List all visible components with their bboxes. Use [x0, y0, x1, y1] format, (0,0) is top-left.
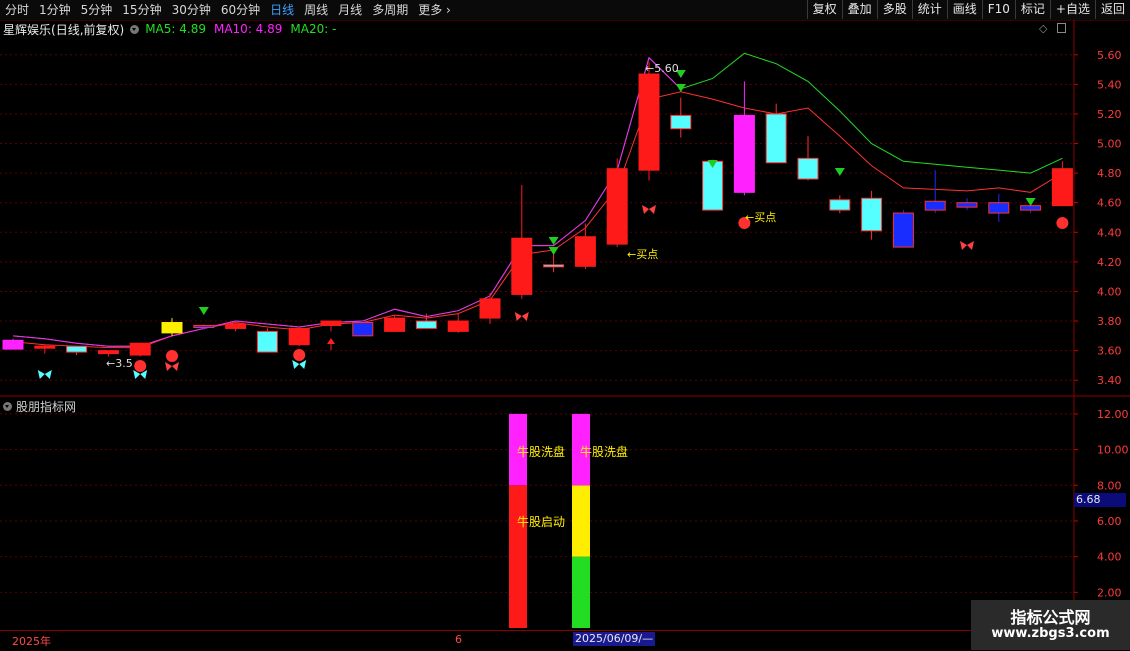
- candle-body: [479, 298, 501, 319]
- date-axis: 2025年 6 2025/06/09/—: [0, 630, 1130, 651]
- candle-body: [1020, 205, 1042, 211]
- price-tick-label: 5.40: [1097, 78, 1122, 91]
- price-tick-label: 5.00: [1097, 138, 1122, 151]
- price-tick-label: 4.20: [1097, 256, 1122, 269]
- candle-body: [34, 345, 56, 349]
- candle-body: [670, 114, 692, 130]
- candle-body: [574, 236, 596, 267]
- price-tick-label: 3.60: [1097, 345, 1122, 358]
- indicator-bar-segment: [509, 485, 527, 628]
- signal-badge-icon: [1056, 217, 1069, 229]
- candle-body: [543, 264, 565, 268]
- candle-body: [66, 345, 88, 353]
- candle-body: [320, 320, 342, 326]
- sub-tick-label: 12.00: [1097, 408, 1129, 421]
- candle-body: [352, 322, 374, 337]
- candle-body: [161, 322, 183, 334]
- kline-chart[interactable]: 5.60 5.40 5.20 5.00 4.80 4.60 4.40 4.20 4.00 3.80…: [0, 0, 1130, 650]
- candle-body: [956, 202, 978, 208]
- price-tick-label: 4.40: [1097, 226, 1122, 239]
- signal-badge-icon: [134, 360, 147, 372]
- watermark-url: www.zbgs3.com: [991, 626, 1110, 641]
- launch-label: 牛股启动: [517, 514, 565, 529]
- price-tick-label: 4.80: [1097, 167, 1122, 180]
- candle-body: [702, 160, 724, 211]
- candle-body: [447, 320, 469, 332]
- candle-body: [415, 320, 437, 329]
- sub-tick-label: 2.00: [1097, 586, 1122, 599]
- butterfly-icon: [960, 241, 974, 250]
- price-tick-label: 5.60: [1097, 49, 1122, 62]
- buy-arrow-icon: [834, 168, 845, 176]
- candle-body: [638, 73, 660, 171]
- butterfly-icon: [514, 312, 529, 321]
- ma-green-line: [12, 52, 1063, 347]
- candle-body: [1051, 168, 1073, 207]
- year-label: 2025年: [12, 635, 51, 648]
- candle-body: [2, 339, 24, 350]
- watermark: 指标公式网 www.zbgs3.com: [971, 600, 1130, 650]
- butterfly-icon: [165, 362, 179, 371]
- up-arrow-icon: [327, 338, 335, 344]
- buy-arrow-icon: [198, 307, 209, 315]
- signal-badge-icon: [166, 350, 178, 362]
- buy-point-label: ←买点: [627, 248, 658, 261]
- candle-body: [829, 199, 851, 211]
- candle-body: [892, 212, 914, 248]
- price-tick-label: 5.20: [1097, 108, 1122, 121]
- butterfly-icon: [37, 370, 52, 379]
- candle-body: [924, 200, 946, 211]
- candle-body: [97, 350, 119, 355]
- candle-body: [193, 324, 215, 328]
- sub-dropdown-icon[interactable]: [3, 402, 12, 411]
- selected-date: 2025/06/09/—: [573, 632, 656, 646]
- high-price-label: ←5.60: [645, 62, 679, 75]
- indicator-bar-segment: [572, 485, 590, 557]
- month-label: 6: [455, 633, 462, 646]
- sub-tick-label: 6.00: [1097, 515, 1122, 528]
- candle-body: [288, 327, 310, 346]
- wash-label: 牛股洗盘: [517, 444, 565, 459]
- candle-body: [797, 157, 819, 180]
- candle-body: [606, 168, 628, 245]
- low-price-label: ←3.5: [106, 357, 133, 370]
- indicator-bar-segment: [572, 556, 590, 628]
- candle-body: [861, 197, 883, 232]
- signal-badge-icon: [293, 349, 306, 361]
- candle-body: [765, 113, 787, 164]
- butterfly-icon: [292, 360, 307, 369]
- candle-body: [129, 342, 151, 356]
- sub-panel-title: 股朋指标网: [3, 398, 76, 415]
- watermark-title: 指标公式网: [1010, 608, 1091, 627]
- current-value-tag: 6.68: [1074, 493, 1126, 507]
- candle-body: [225, 323, 247, 329]
- ma-magenta-line: [12, 56, 682, 347]
- candle-body: [256, 330, 278, 353]
- price-tick-label: 3.80: [1097, 315, 1122, 328]
- buy-point-label: ←买点: [745, 211, 776, 224]
- candle-body: [733, 114, 755, 193]
- sub-tick-label: 4.00: [1097, 551, 1122, 564]
- sub-tick-label: 8.00: [1097, 479, 1122, 492]
- candle-body: [988, 202, 1010, 214]
- price-tick-label: 3.40: [1097, 374, 1122, 387]
- wash-label: 牛股洗盘: [580, 444, 628, 459]
- sub-tick-label: 10.00: [1097, 444, 1129, 457]
- candle-body: [511, 237, 533, 295]
- price-tick-label: 4.60: [1097, 197, 1122, 210]
- candle-body: [384, 317, 406, 332]
- butterfly-icon: [642, 205, 656, 214]
- price-tick-label: 4.00: [1097, 285, 1122, 298]
- buy-arrow-icon: [548, 237, 559, 245]
- buy-arrow-icon: [1025, 198, 1036, 206]
